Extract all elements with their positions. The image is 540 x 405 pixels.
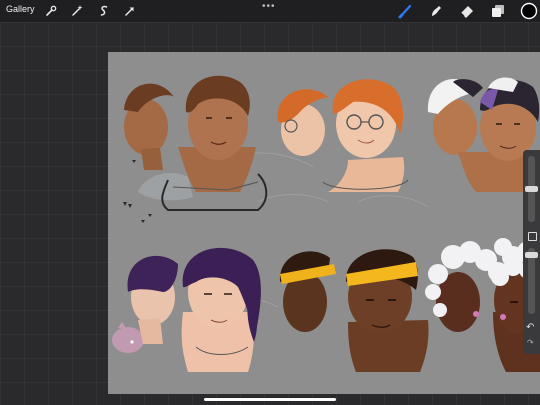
brush-icon[interactable] <box>398 3 414 19</box>
redo-icon[interactable]: ↷ <box>527 338 534 347</box>
smudge-icon[interactable] <box>428 3 444 19</box>
wrench-icon[interactable] <box>44 4 58 18</box>
portrait-5 <box>279 249 429 372</box>
portrait-1 <box>123 75 268 223</box>
selection-icon[interactable] <box>97 4 111 18</box>
artwork <box>112 75 540 372</box>
gallery-button[interactable]: Gallery <box>6 4 35 14</box>
color-swatch[interactable] <box>520 2 538 20</box>
portrait-4 <box>112 247 261 372</box>
brush-size-thumb[interactable] <box>525 186 538 192</box>
eraser-icon[interactable] <box>459 3 475 19</box>
brush-sidebar: ↶ ↷ <box>523 150 540 354</box>
portrait-2 <box>277 79 409 192</box>
home-indicator[interactable] <box>204 398 336 401</box>
opacity-thumb[interactable] <box>525 252 538 258</box>
modify-button[interactable] <box>528 232 537 241</box>
undo-icon[interactable]: ↶ <box>526 322 534 333</box>
magic-wand-icon[interactable] <box>70 4 84 18</box>
top-toolbar: Gallery ••• <box>0 0 540 22</box>
drawing-canvas[interactable] <box>108 52 540 394</box>
more-options-button[interactable]: ••• <box>262 1 276 12</box>
layers-icon[interactable] <box>490 3 506 19</box>
transform-arrow-icon[interactable] <box>123 4 137 18</box>
